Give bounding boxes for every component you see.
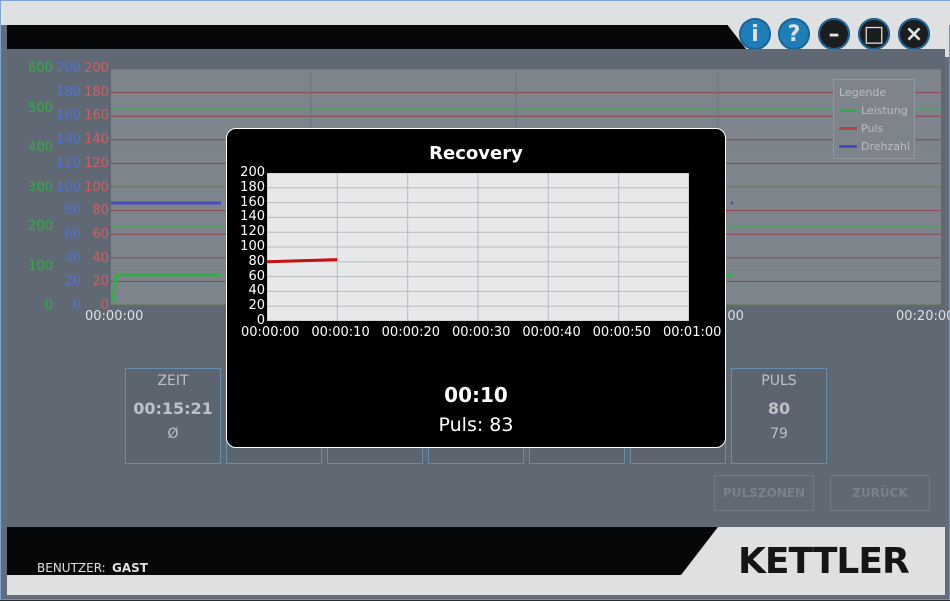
recovery-y-tick: 80 [248,253,265,269]
recovery-y-tick: 200 [240,165,265,180]
recovery-x-tick: 00:00:40 [522,325,581,340]
recovery-time: 00:10 [444,383,508,407]
app-window: i ? – □ × 600 500 400 300 200 100 0 200 180 160 1… [0,0,950,601]
recovery-x-tick: 00:00:50 [592,325,652,340]
recovery-x-tick: 00:00:30 [452,325,511,340]
recovery-y-tick: 180 [240,179,265,195]
recovery-y-tick: 100 [240,239,265,254]
recovery-x-tick: 00:01:00 [663,325,722,340]
recovery-chart [267,173,689,321]
recovery-x-tick: 00:00:20 [381,325,441,340]
recovery-y-tick: 60 [248,268,265,284]
recovery-y-tick: 140 [240,209,265,225]
recovery-y-tick: 120 [240,224,265,240]
recovery-dialog: Recovery 200 180 160 140 120 100 80 60 40 20 0 00:… [226,128,726,448]
recovery-y-tick: 40 [248,283,265,299]
recovery-y-tick: 160 [240,194,265,210]
recovery-puls: Puls: 83 [438,414,514,436]
recovery-x-tick: 00:00:00 [241,325,300,340]
recovery-x-tick: 00:00:10 [311,325,370,340]
dialog-title: Recovery [429,143,523,164]
recovery-y-tick: 20 [248,298,265,314]
